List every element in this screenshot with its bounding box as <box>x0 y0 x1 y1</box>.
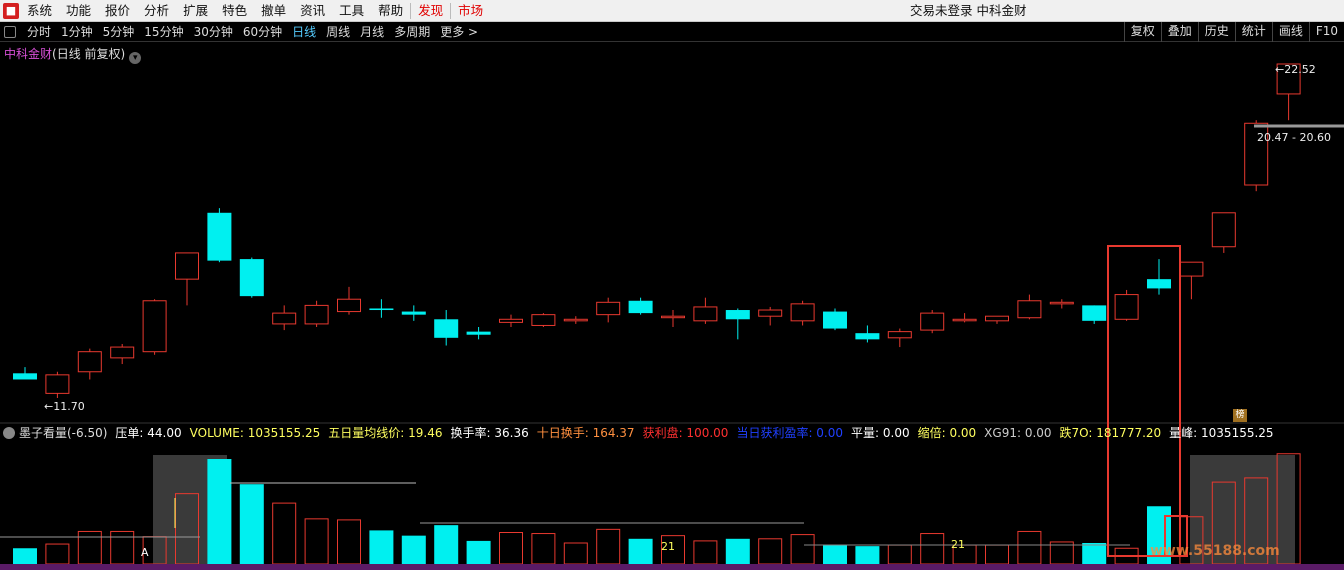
indicator-value-10: 跌7O: 181777.20 <box>1059 426 1162 440</box>
candle-body-up <box>596 301 621 316</box>
candle-body-up <box>142 300 167 353</box>
volume-bar-down <box>725 538 750 564</box>
candle-body-down <box>1147 279 1171 289</box>
volume-bar-down <box>466 540 491 564</box>
candle-body-up <box>952 318 977 322</box>
bottom-bar <box>0 564 1344 570</box>
candle-body-down <box>369 308 394 311</box>
price-mode: (日线 前复权) <box>52 47 126 61</box>
volume-bar-up <box>110 530 135 565</box>
candle-body-up <box>920 312 945 331</box>
candle-body-down <box>1082 305 1107 321</box>
candle-body-down <box>725 310 750 320</box>
indicator-value-0: 压单: 44.00 <box>115 426 182 440</box>
volume-bar-down <box>369 530 394 564</box>
volume-bar-up <box>563 542 588 565</box>
kline-chart[interactable]: A 21 21 <box>0 0 1344 570</box>
indicator-value-11: 量峰: 1035155.25 <box>1169 426 1274 440</box>
candle-body-down <box>401 311 426 315</box>
volume-mark-0: A <box>141 546 149 559</box>
indicator-value-8: 缩倍: 0.00 <box>917 426 977 440</box>
candle-body-down <box>434 319 459 338</box>
high-price-label: ←22.52 <box>1275 63 1316 76</box>
volume-bar-up <box>45 543 70 565</box>
stock-title: 中科金财(日线 前复权) ▾ <box>4 45 142 64</box>
volume-bar-up <box>758 538 783 565</box>
volume-bar-down <box>855 546 880 564</box>
volume-bar-up <box>887 544 912 565</box>
indicator-value-5: 获利盘: 100.00 <box>642 426 729 440</box>
volume-bar-down <box>823 545 847 564</box>
candle-body-up <box>272 312 297 325</box>
chevron-down-icon[interactable]: ▾ <box>129 52 142 64</box>
volume-mark-1: 21 <box>661 540 675 553</box>
volume-bar-up <box>304 518 329 565</box>
candle-body-up <box>693 306 718 322</box>
candle-body-up <box>661 315 685 319</box>
candle-body-up <box>985 315 1009 322</box>
watermark: www.55188.com <box>1150 543 1280 559</box>
candle-body-up <box>337 298 361 313</box>
volume-bar-up <box>790 534 815 565</box>
candle-body-down <box>823 311 847 329</box>
candle-body-up <box>175 252 199 280</box>
indicator-value-1: VOLUME: 1035155.25 <box>189 426 321 440</box>
volume-mark-2: 21 <box>951 538 965 551</box>
ranking-badge[interactable]: 榜 <box>1233 409 1247 422</box>
indicator-value-3: 换手率: 36.36 <box>450 426 529 440</box>
candle-body-down <box>855 333 880 340</box>
volume-bar-down <box>434 525 459 564</box>
volume-bar-down <box>401 535 426 564</box>
candle-body-up <box>304 304 329 325</box>
volume-bar-down <box>1082 543 1107 564</box>
candle-body-up <box>1211 212 1236 248</box>
candle-body-up <box>45 374 70 394</box>
range-price-label: 20.47 - 20.60 <box>1257 131 1331 144</box>
candle-body-up <box>563 318 588 322</box>
candle-body-down <box>466 331 491 335</box>
volume-bar-up <box>1017 530 1042 565</box>
volume-bar-up <box>337 519 361 565</box>
volume-bar-up <box>596 528 621 565</box>
candle-body-up <box>531 314 556 326</box>
indicator-value-2: 五日量均线价: 19.46 <box>328 426 443 440</box>
volume-bar-up <box>77 530 102 565</box>
candle-body-up <box>1049 301 1074 305</box>
volume-bar-down <box>239 484 264 564</box>
indicator-bar: 墨子看量(-6.50) 压单: 44.00 VOLUME: 1035155.25 五… <box>0 425 1344 441</box>
indicator-menu-icon[interactable] <box>3 427 15 439</box>
candle-body-down <box>628 300 653 314</box>
stock-name: 中科金财 <box>4 47 53 61</box>
indicator-value-6: 当日获利盈率: 0.00 <box>736 426 844 440</box>
volume-bar-up <box>499 532 523 565</box>
candle-body-up <box>1114 294 1139 320</box>
candle-body-up <box>1179 261 1204 277</box>
indicator-value-7: 平量: 0.00 <box>851 426 910 440</box>
candle-body-down <box>13 373 37 380</box>
candle-body-up <box>790 303 815 322</box>
volume-bar-down <box>628 538 653 564</box>
candle-body-up <box>758 309 783 317</box>
candle-body-up <box>499 318 523 323</box>
volume-bar-up <box>920 533 945 565</box>
candle-body-down <box>239 259 264 297</box>
candle-body-up <box>77 351 102 373</box>
indicator-value-4: 十日换手: 164.37 <box>536 426 635 440</box>
volume-bar-up <box>531 533 556 565</box>
indicator-name[interactable]: 墨子看量(-6.50) <box>19 425 107 441</box>
candle-body-down <box>207 212 232 261</box>
candle-body-up <box>887 331 912 339</box>
volume-bar-up <box>272 502 297 565</box>
volume-bar-up <box>693 540 718 565</box>
low-price-label: ←11.70 <box>44 400 85 413</box>
indicator-value-9: XG91: 0.00 <box>984 426 1052 440</box>
candle-body-up <box>110 346 135 359</box>
volume-bar-down <box>13 548 37 564</box>
candle-body-up <box>1017 300 1042 319</box>
volume-bar-down <box>207 459 232 564</box>
volume-bar-up <box>985 544 1009 565</box>
